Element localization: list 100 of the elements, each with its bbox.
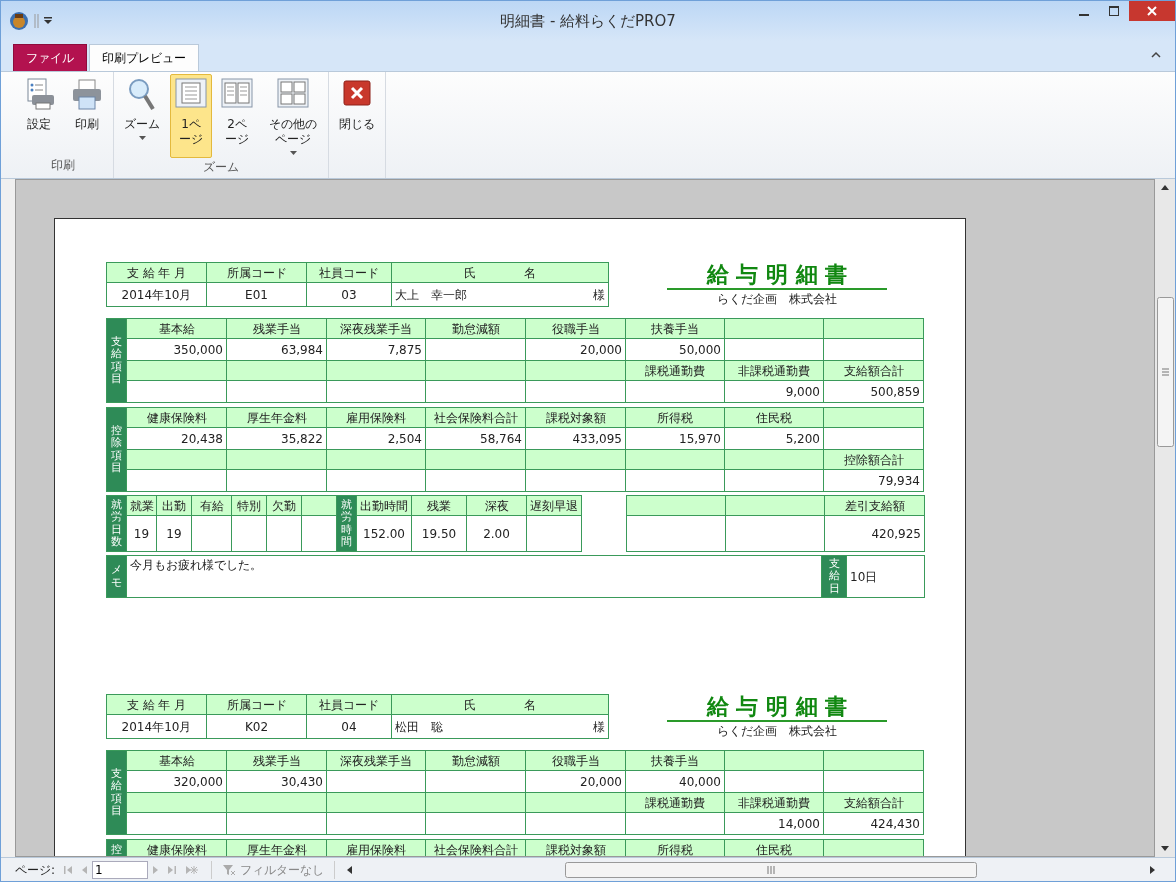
four-pages-icon [276,77,310,111]
honorific: 様 [593,286,605,304]
table-cell [526,515,582,552]
table-header-cell: 所属コード [206,262,307,283]
table-cell: 15,970 [625,427,725,450]
close-button[interactable] [1129,1,1175,21]
single-page-icon [174,77,208,111]
table-header-cell: 雇用保険料 [326,407,426,428]
close-icon [1147,6,1157,16]
honorific: 様 [593,718,605,736]
group-label: 印刷 [50,157,76,174]
funnel-icon [222,863,237,876]
next-record-icon [153,865,159,874]
table-header-cell: 欠勤 [266,495,302,516]
separator-icon [33,14,39,28]
table-header-cell: 深夜残業手当 [326,750,426,771]
table-cell: 50,000 [625,338,725,361]
ribbon-button[interactable]: 設定 [17,74,61,156]
document-title: 給 与 明 細 書 [667,262,887,290]
table-header-cell: 社員コード [306,262,392,283]
ribbon-button[interactable]: 2ページ [216,74,258,158]
section-label: 支給日 [828,558,840,595]
table-header-cell: 氏 名 [391,694,609,715]
table-cell: 350,000 [126,338,227,361]
last-record-icon [168,865,177,874]
table-cell: 14,000 [724,812,824,835]
section-label: 支給項目 [111,336,122,385]
table-cell [191,515,232,552]
company-name: らくだ企画 株式会社 [717,723,837,740]
new-record-icon [186,865,199,874]
previous-record-icon [82,865,88,874]
table-header-cell: 就業 [126,495,157,516]
table-header-cell: 勤怠減額 [425,318,526,339]
ribbon-button[interactable]: 閉じる [333,74,381,156]
table-header-cell: 出勤 [156,495,192,516]
group-label: ズーム [202,159,240,176]
table-cell: 320,000 [126,770,227,793]
table-cell: 2014年10月 [106,714,207,739]
horizontal-scrollbar-thumb[interactable] [565,861,978,878]
table-cell: 2.00 [466,515,527,552]
table-cell: 152.00 [356,515,412,552]
table-header-cell: 深夜残業手当 [326,318,426,339]
section-label: 控除項目 [111,425,122,474]
table-cell: 04 [306,714,392,739]
table-header-cell: 住民税 [724,839,824,856]
ribbon-button[interactable]: その他のページ [262,74,324,158]
collapse-ribbon-icon[interactable] [1151,51,1161,59]
ribbon-button[interactable]: 1ページ [170,74,212,158]
ribbon-button[interactable]: 印刷 [65,74,109,156]
table-cell: 20,000 [525,338,626,361]
ribbon-tab[interactable]: 印刷プレビュー [89,44,199,71]
table-cell: 63,984 [226,338,327,361]
page-number-field[interactable]: 1 [92,860,149,879]
table-cell: 20,438 [126,427,227,450]
table-header-cell: 残業手当 [226,750,327,771]
table-header-cell: 有給 [191,495,232,516]
round-logo-icon [9,11,29,31]
table-header-cell: 厚生年金料 [226,839,327,856]
table-cell [231,515,267,552]
table-header-cell: 所得税 [625,407,725,428]
section-label: 支給項目 [111,768,122,817]
caret-icon [138,136,146,140]
table-cell [266,515,302,552]
table-header-cell: 差引支給額 [824,495,925,516]
table-header-cell: 役職手当 [525,750,626,771]
table-header-cell: 課税対象額 [525,407,626,428]
table-header-cell: 扶養手当 [625,318,725,339]
table-cell: 20,000 [525,770,626,793]
caret-icon [289,151,297,155]
table-header-cell: 勤怠減額 [425,750,526,771]
table-cell: 35,822 [226,427,327,450]
section-label: 就労日数 [111,499,122,548]
table-header-cell: 健康保険料 [126,839,227,856]
table-header-cell: 扶養手当 [625,750,725,771]
table-header-cell: 健康保険料 [126,407,227,428]
table-header-cell: 支 給 年 月 [106,262,207,283]
printer-icon [70,77,104,111]
table-header-cell: 遅刻早退 [526,495,582,516]
maximize-icon [1109,6,1119,16]
scrollbar-thumb[interactable] [1156,297,1174,447]
table-cell: 30,430 [226,770,327,793]
document-title: 給 与 明 細 書 [667,694,887,722]
table-cell: 2014年10月 [106,282,207,307]
table-header-cell: 所属コード [206,694,307,715]
table-header-cell: 支 給 年 月 [106,694,207,715]
quick-access-caret-icon[interactable] [43,16,53,26]
table-header-cell: 深夜 [466,495,527,516]
table-cell: 19 [156,515,192,552]
ribbon-button[interactable]: ズーム [118,74,166,158]
table-cell: 40,000 [625,770,725,793]
table-cell: 19.50 [411,515,467,552]
table-cell: 7,875 [326,338,426,361]
table-header-cell: 氏 名 [391,262,609,283]
file-tab[interactable]: ファイル [13,44,87,71]
table-header-cell: 社員コード [306,694,392,715]
table-header-cell: 雇用保険料 [326,839,426,856]
table-header-cell: 社会保険料合計 [425,407,526,428]
table-header-cell: 特別 [231,495,267,516]
table-cell: 58,764 [425,427,526,450]
table-cell: 5,200 [724,427,824,450]
